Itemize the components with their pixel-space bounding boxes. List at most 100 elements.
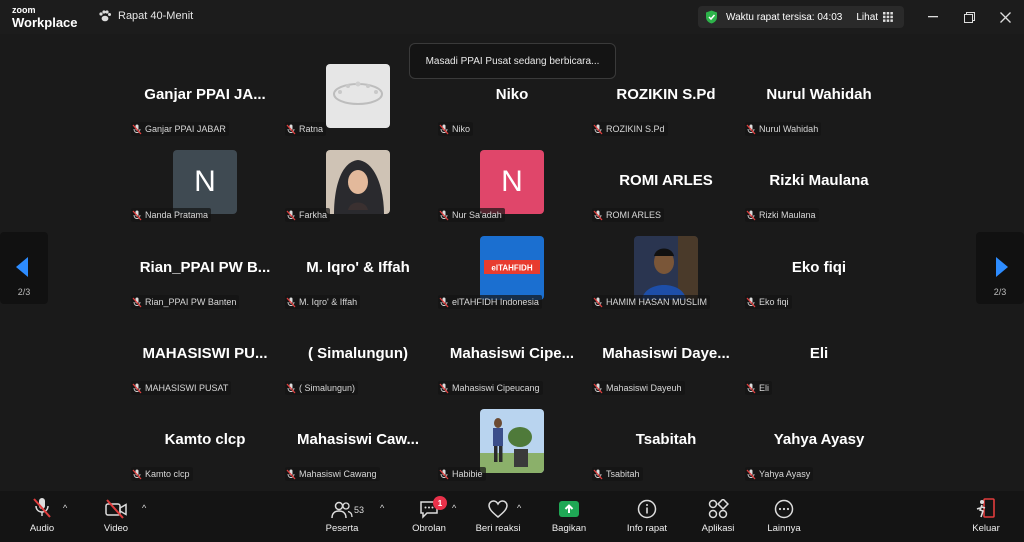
grid-icon[interactable]: [883, 12, 893, 22]
title-bar: zoom Workplace Rapat 40-Menit Waktu rapa…: [0, 0, 1024, 34]
chat-label: Obrolan: [412, 523, 446, 534]
participant-label-text: Ganjar PPAI JABAR: [145, 124, 226, 134]
mic-muted-icon: [286, 124, 296, 134]
more-button[interactable]: Lainnya: [764, 491, 804, 542]
shield-icon: [706, 10, 717, 24]
participant-label-text: Yahya Ayasy: [759, 469, 811, 479]
participant-label-text: elTAHFIDH Indonesia: [452, 297, 539, 307]
video-button[interactable]: Video: [96, 491, 136, 542]
mic-muted-icon: [132, 297, 142, 307]
participant-name-label: M. Iqro' & Iffah: [285, 295, 361, 309]
arrow-right-icon: [996, 257, 1008, 277]
minimize-button[interactable]: [924, 8, 942, 26]
apps-button[interactable]: Aplikasi: [698, 491, 738, 542]
leave-button[interactable]: Keluar: [966, 491, 1006, 542]
participant-label-text: HAMIM HASAN MUSLIM: [606, 297, 708, 307]
mic-muted-icon: [746, 297, 756, 307]
participant-label-text: Niko: [452, 124, 471, 134]
participant-name-label: Eli: [745, 381, 773, 395]
mic-muted-icon: [593, 383, 603, 393]
participant-display-name: Nurul Wahidah: [766, 86, 872, 103]
toast-text: Masadi PPAI Pusat sedang berbicara...: [425, 55, 600, 67]
participant-name-label: Niko: [438, 122, 474, 136]
participant-display-name: ROZIKIN S.Pd: [616, 86, 716, 103]
participant-label-text: Tsabitah: [606, 469, 640, 479]
participant-name-label: Nanda Pratama: [131, 208, 212, 222]
restore-icon: [963, 11, 975, 23]
mic-muted-icon: [439, 383, 449, 393]
audio-label: Audio: [29, 523, 55, 534]
participant-display-name: Mahasiswi Daye...: [602, 345, 730, 362]
meeting-title-text: Rapat 40-Menit: [118, 10, 194, 22]
next-page-button[interactable]: 2/3: [976, 232, 1024, 304]
page-indicator-right: 2/3: [993, 287, 1007, 297]
participants-button[interactable]: Peserta: [322, 491, 362, 542]
video-off-icon: [105, 499, 127, 519]
meeting-info-label: Info rapat: [626, 523, 668, 534]
mic-muted-icon: [439, 124, 449, 134]
participant-label-text: Nurul Wahidah: [759, 124, 819, 134]
participant-name-label: Ratna: [285, 122, 327, 136]
chat-options-caret[interactable]: ^: [452, 503, 456, 513]
prev-page-button[interactable]: 2/3: [0, 232, 48, 304]
participant-video: [480, 409, 544, 473]
meeting-info-button[interactable]: Info rapat: [623, 491, 671, 542]
mic-muted-icon: [286, 210, 296, 220]
mic-muted-icon: [746, 210, 756, 220]
participant-display-name: ROMI ARLES: [619, 172, 713, 189]
participant-label-text: Farkha: [299, 210, 328, 220]
participant-name-label: Ganjar PPAI JABAR: [131, 122, 229, 136]
participant-display-name: MAHASISWI PU...: [142, 345, 268, 362]
mic-muted-icon: [439, 297, 449, 307]
mic-muted-icon: [593, 469, 603, 479]
meeting-title[interactable]: Rapat 40-Menit: [98, 10, 193, 22]
participant-name-label: Mahasiswi Dayeuh: [592, 381, 685, 395]
react-label: Beri reaksi: [475, 523, 521, 534]
participant-display-name: M. Iqro' & Iffah: [306, 259, 410, 276]
mic-off-icon: [33, 498, 51, 518]
video-label: Video: [103, 523, 129, 534]
share-button[interactable]: Bagikan: [549, 491, 589, 542]
participants-options-caret[interactable]: ^: [380, 503, 384, 513]
participant-label-text: Kamto clcp: [145, 469, 190, 479]
mic-muted-icon: [132, 124, 142, 134]
participant-name-label: Tsabitah: [592, 467, 643, 481]
react-options-caret[interactable]: ^: [517, 503, 521, 513]
close-button[interactable]: [996, 8, 1014, 26]
mic-muted-icon: [286, 469, 296, 479]
video-options-caret[interactable]: ^: [142, 503, 146, 513]
participant-display-name: Niko: [495, 86, 529, 103]
participant-name-label: Eko fiqi: [745, 295, 792, 309]
more-label: Lainnya: [767, 523, 801, 534]
paw-icon: [99, 10, 111, 22]
participants-icon: [331, 501, 353, 519]
restore-button[interactable]: [960, 8, 978, 26]
heart-icon: [488, 500, 508, 518]
mic-muted-icon: [286, 383, 296, 393]
leave-label: Keluar: [972, 523, 1000, 534]
participants-count: 53: [354, 505, 365, 515]
participant-label-text: Mahasiswi Cipeucang: [452, 383, 540, 393]
participant-display-name: Tsabitah: [635, 431, 697, 448]
participant-name-label: ROMI ARLES: [592, 208, 665, 222]
audio-options-caret[interactable]: ^: [63, 503, 67, 513]
participant-name-label: Nurul Wahidah: [745, 122, 822, 136]
active-speaker-toast: Masadi PPAI Pusat sedang berbicara...: [409, 43, 616, 79]
participant-video: [326, 64, 390, 128]
participant-video: [326, 150, 390, 214]
participant-display-name: Mahasiswi Caw...: [297, 431, 419, 448]
audio-button[interactable]: Audio: [22, 491, 62, 542]
participant-name-label: Rian_PPAI PW Banten: [131, 295, 240, 309]
react-button[interactable]: Beri reaksi: [474, 491, 522, 542]
participant-name-label: HAMIM HASAN MUSLIM: [592, 295, 711, 309]
view-button[interactable]: Lihat: [856, 12, 878, 23]
participant-label-text: Rian_PPAI PW Banten: [145, 297, 237, 307]
chat-unread-badge: 1: [433, 496, 447, 510]
participant-display-name: Eli: [809, 345, 829, 362]
participant-label-text: ( Simalungun): [299, 383, 356, 393]
participant-display-name: Rizki Maulana: [769, 172, 869, 189]
participant-name-label: Kamto clcp: [131, 467, 193, 481]
participant-initial-avatar: N: [173, 150, 237, 214]
logo-line-2: Workplace: [12, 15, 78, 30]
mic-muted-icon: [439, 469, 449, 479]
